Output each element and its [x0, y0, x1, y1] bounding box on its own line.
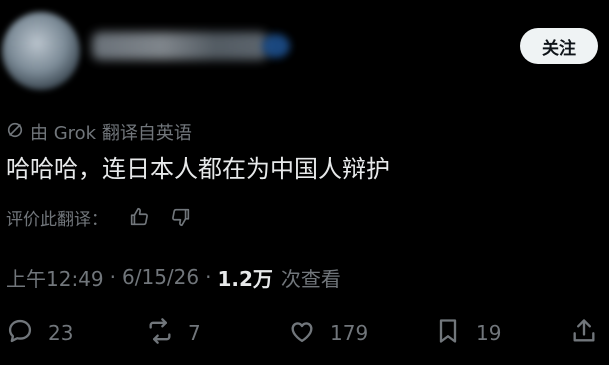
heart-icon: [288, 317, 316, 350]
like-count: 179: [330, 321, 369, 345]
repost-icon: [146, 317, 174, 350]
repost-button[interactable]: 7: [146, 316, 201, 350]
like-button[interactable]: 179: [288, 316, 368, 350]
thumbs-up-icon[interactable]: [126, 204, 152, 230]
share-button[interactable]: [570, 316, 598, 350]
tweet-date[interactable]: 6/15/26: [122, 265, 199, 289]
tweet-meta: 上午12:49 · 6/15/26 · 1.2万 次查看: [6, 262, 341, 292]
views-label[interactable]: 次查看: [281, 263, 341, 292]
thumbs-down-icon[interactable]: [168, 204, 194, 230]
reply-icon: [6, 317, 34, 350]
share-icon: [570, 317, 598, 350]
follow-button[interactable]: 关注: [520, 28, 598, 64]
translation-note-text: 由 Grok 翻译自英语: [30, 123, 192, 144]
reply-count: 23: [48, 321, 74, 345]
meta-separator: ·: [109, 265, 116, 289]
bookmark-button[interactable]: 19: [434, 316, 501, 350]
views-count[interactable]: 1.2万: [217, 263, 272, 292]
author-avatar-blurred[interactable]: [2, 12, 80, 90]
author-name-blurred[interactable]: [92, 32, 268, 60]
grok-icon: [6, 121, 24, 144]
repost-count: 7: [188, 321, 201, 345]
tweet-text: 哈哈哈，连日本人都在为中国人辩护: [6, 155, 390, 183]
bookmark-icon: [434, 317, 462, 350]
translation-note: 由 Grok 翻译自英语: [6, 119, 192, 145]
bookmark-count: 19: [476, 321, 502, 345]
reply-button[interactable]: 23: [6, 316, 73, 350]
verified-badge-icon: [262, 34, 290, 58]
rate-translation-row: 评价此翻译：: [6, 203, 194, 231]
tweet-time[interactable]: 上午12:49: [6, 263, 104, 292]
rate-translation-label: 评价此翻译：: [6, 209, 108, 230]
meta-separator: ·: [205, 265, 212, 289]
